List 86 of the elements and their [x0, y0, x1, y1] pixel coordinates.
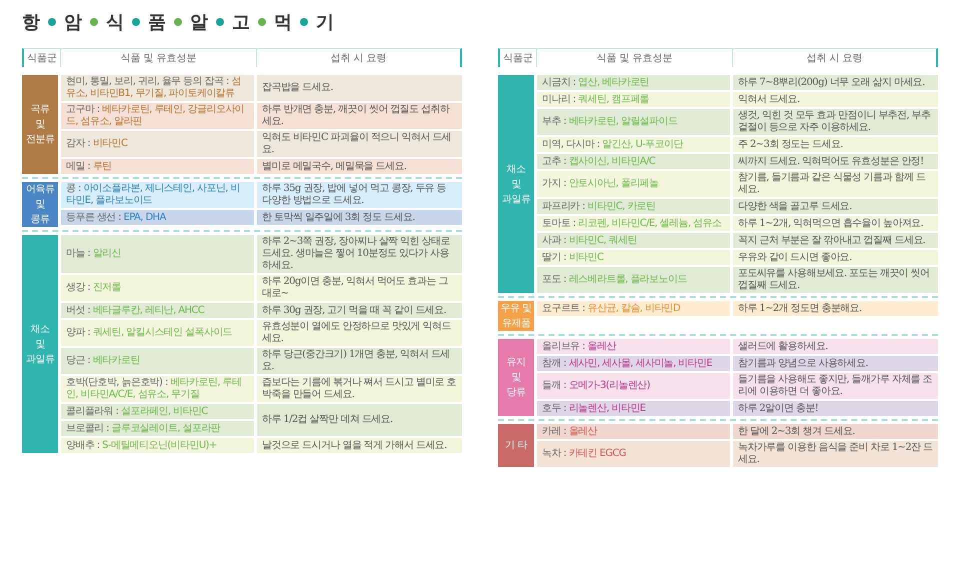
- intake-tip: 날것으로 드시거나 열을 적게 가해서 드세요.: [257, 438, 462, 453]
- category-label: 우유 및 유제품: [498, 301, 534, 331]
- food-entry: 올리브유 : 올레산: [537, 339, 730, 354]
- intake-tip: 잡곡밥을 드세요.: [257, 75, 462, 101]
- intake-tip: 생것, 익힌 것 모두 효과 만점이니 부추전, 부추 겉절이 등으로 자주 이용하세요.: [733, 109, 938, 135]
- food-entry: 고구마 : 베타카로틴, 루테인, 강글리오사이드, 섬유소, 알라핀: [61, 103, 254, 129]
- category-label: 곡류 및 전분류: [22, 75, 58, 174]
- column-header: 식품군: [502, 52, 534, 66]
- column-header: 식품군: [26, 52, 58, 66]
- food-entry: 포도 : 레스베라트롤, 플라보노이드: [537, 267, 730, 293]
- intake-tip: 참기름, 들기름과 같은 식물성 기름과 함께 드세요.: [733, 171, 938, 197]
- intake-tip: 녹차가루를 이용한 음식을 준비 차로 1~2잔 드세요.: [733, 441, 938, 467]
- intake-tip: 하루 7~8뿌리(200g) 너무 오래 삶지 마세요.: [733, 75, 938, 90]
- intake-tip: 익혀서 드세요.: [733, 92, 938, 107]
- intake-tip: 하루 30g 권장, 고기 먹을 때 꼭 같이 드세요.: [257, 303, 462, 318]
- category-label: 채소 및 과일류: [498, 75, 534, 293]
- category-label: 유지 및 당류: [498, 339, 534, 416]
- intake-tip: 한 달에 2~3회 챙겨 드세요.: [733, 424, 938, 439]
- intake-tip: 참기름과 양념으로 사용하세요.: [733, 356, 938, 371]
- title-character: 품: [148, 11, 166, 34]
- food-entry: 콜리플라워 : 설포라페인, 비타민C: [61, 404, 254, 419]
- category-label: 어육류 및 콩류: [22, 182, 58, 227]
- intake-tip: 다양한 색을 골고루 드세요.: [733, 199, 938, 214]
- intake-tip: 하루 당근(중간크기) 1개면 충분, 익혀서 드세요.: [257, 348, 462, 374]
- food-entry: 등푸른 생선 : EPA, DHA: [61, 210, 254, 225]
- intake-tip: 하루 반개면 충분, 깨끗이 씻어 껍질도 섭취하세요.: [257, 103, 462, 129]
- column-header: 섭취 시 요령: [256, 49, 460, 67]
- food-entry: 버섯 : 베타글루칸, 레티난, AHCC: [61, 303, 254, 318]
- food-entry: 딸기 : 비타민C: [537, 250, 730, 265]
- intake-tip: 포도씨유를 사용해보세요. 포도는 깨끗이 씻어 껍질째 드세요.: [733, 267, 938, 293]
- food-entry: 요구르트 : 유산균, 칼슘, 비타민D: [537, 301, 730, 316]
- intake-tip: 하루 2알이면 충분!: [733, 401, 938, 416]
- intake-tip: 하루 35g 권장, 밥에 넣어 먹고 콩장, 두유 등 다양한 방법으로 드세요.: [257, 182, 462, 208]
- food-entry: 파프리카 : 비타민C, 카로틴: [537, 199, 730, 214]
- category-label: 채소 및 과일류: [22, 235, 58, 453]
- food-entry: 카레 : 올레산: [537, 424, 730, 439]
- food-entry: 양파 : 쿼세틴, 알킬시스테인 설폭사이드: [61, 320, 254, 346]
- food-entry: 토마토 : 리코펜, 비타민C/E, 셀레늄, 섬유소: [537, 216, 730, 231]
- food-entry: 미역, 다시마 : 알긴산, U-푸코이단: [537, 137, 730, 152]
- intake-tip: 즙보다는 기름에 볶거나 쪄서 드시고 별미로 호박죽을 만들어 드세요.: [257, 376, 462, 402]
- column-header: 식품 및 유효성분: [536, 49, 732, 67]
- food-entry: 녹차 : 카테킨 EGCG: [537, 441, 730, 467]
- title-character: 암: [64, 11, 82, 34]
- intake-tip: 하루 1~2개 정도면 충분해요.: [733, 301, 938, 316]
- intake-tip: 하루 20g이면 충분, 익혀서 먹어도 효과는 그대로~: [257, 275, 462, 301]
- food-entry: 브로콜리 : 글루코실레이트, 설포라판: [61, 421, 254, 436]
- category-label: 기 타: [498, 424, 534, 467]
- food-entry: 양배추 : S-메틸메티오닌(비타민U)+: [61, 438, 254, 453]
- intake-tip: 하루 1~2개, 익혀먹으면 흡수율이 높아져요.: [733, 216, 938, 231]
- intake-tip: 하루 2~3쪽 권장, 장아찌나 살짝 익힌 상태로 드세요. 생마늘은 찧어 10분정도 있다가 사용하세요.: [257, 235, 462, 273]
- intake-tip: 별미로 메밀국수, 메밀묵을 드세요.: [257, 159, 462, 174]
- food-entry: 당근 : 베타카로틴: [61, 348, 254, 374]
- column-header: 식품 및 유효성분: [60, 49, 256, 67]
- intake-tip: 익혀도 비타민C 파괴율이 적으니 익혀서 드세요.: [257, 131, 462, 157]
- title-character: 알: [190, 11, 208, 34]
- food-entry: 감자 : 비타민C: [61, 131, 254, 157]
- intake-tip: 샐러드에 활용하세요.: [733, 339, 938, 354]
- food-entry: 시금치 : 엽산, 베타카로틴: [537, 75, 730, 90]
- intake-tip: 유효성분이 열에도 안정하므로 맛있게 익혀드세요.: [257, 320, 462, 346]
- title-character: 고: [232, 11, 250, 34]
- intake-tip: 우유와 같이 드시면 좋아요.: [733, 250, 938, 265]
- intake-tip: 주 2~3회 정도는 드세요.: [733, 137, 938, 152]
- food-entry: 마늘 : 알리신: [61, 235, 254, 273]
- title-character: 먹: [274, 11, 292, 34]
- food-entry: 들깨 : 오메가-3(리놀렌산): [537, 373, 730, 399]
- food-entry: 메밀 : 루틴: [61, 159, 254, 174]
- food-entry: 생강 : 진저롤: [61, 275, 254, 301]
- column-header: 섭취 시 요령: [732, 49, 936, 67]
- intake-tip: 한 토막씩 일주일에 3회 정도 드세요.: [257, 210, 462, 225]
- intake-tip: 들기름을 사용해도 좋지만, 들깨가루 자체를 조리에 이용하면 더 좋아요.: [733, 373, 938, 399]
- intake-tip: 씨까지 드세요. 익혀먹어도 유효성분은 안정!: [733, 154, 938, 169]
- food-entry: 사과 : 비타민C, 쿼세틴: [537, 233, 730, 248]
- intake-tip: 꼭지 근처 부분은 잘 깎아내고 껍질째 드세요.: [733, 233, 938, 248]
- food-entry: 호두 : 리놀렌산, 비타민E: [537, 401, 730, 416]
- food-entry: 가지 : 안토시아닌, 폴리페놀: [537, 171, 730, 197]
- food-entry: 미나리 : 쿼세틴, 캠프페롤: [537, 92, 730, 107]
- food-entry: 호박(단호박, 늙은호박) : 베타카로틴, 루테인, 비타민A/C/E, 섬유소, 무기질: [61, 376, 254, 402]
- intake-tip: 하루 1/2컵 살짝만 데쳐 드세요.: [257, 404, 462, 436]
- food-entry: 콩 : 아이소플라본, 제니스테인, 사포닌, 비타민E, 플라보노이드: [61, 182, 254, 208]
- food-entry: 현미, 통밀, 보리, 귀리, 율무 등의 잡곡 : 섬유소, 비타민B1, 무기질, 파이토케이칼류: [61, 75, 254, 101]
- title-character: 기: [316, 11, 334, 34]
- title-character: 항: [22, 11, 40, 34]
- title-character: 식: [106, 11, 124, 34]
- food-entry: 고추 : 캡사이신, 비타민A/C: [537, 154, 730, 169]
- food-entry: 부추 : 베타카로틴, 알릴설파이드: [537, 109, 730, 135]
- food-entry: 참깨 : 세사민, 세사몰, 세사미놀, 비타민E: [537, 356, 730, 371]
